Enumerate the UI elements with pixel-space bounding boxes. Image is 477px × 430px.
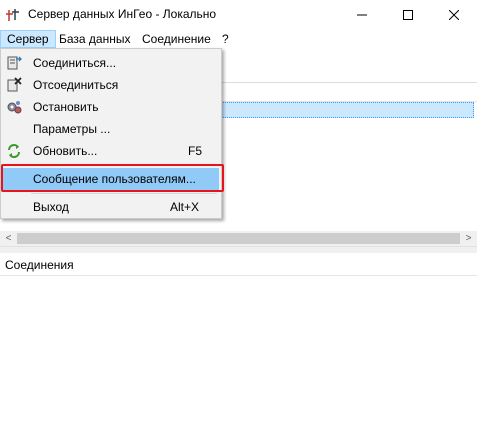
menu-item-label: Параметры ... bbox=[33, 122, 111, 136]
scrollbar-thumb[interactable] bbox=[17, 233, 460, 244]
menu-database[interactable]: База данных bbox=[53, 30, 136, 48]
minimize-button[interactable] bbox=[339, 0, 385, 30]
stop-server-icon bbox=[6, 99, 22, 115]
disconnect-icon bbox=[6, 77, 22, 93]
app-logo-icon bbox=[6, 7, 22, 23]
menu-item-refresh[interactable]: Обновить... F5 bbox=[3, 140, 219, 162]
menu-item-shortcut: F5 bbox=[188, 144, 203, 158]
menu-help[interactable]: ? bbox=[216, 30, 235, 48]
annotation-highlight-box bbox=[1, 164, 224, 192]
menu-bar: Сервер База данных Соединение ? bbox=[0, 30, 477, 48]
scroll-left-button[interactable]: < bbox=[0, 231, 17, 246]
menu-item-stop[interactable]: Остановить bbox=[3, 96, 219, 118]
menu-item-exit[interactable]: Выход Alt+X bbox=[3, 196, 219, 218]
menu-item-label: Остановить bbox=[33, 100, 99, 114]
title-bar: Сервер данных ИнГео - Локально bbox=[0, 0, 477, 30]
maximize-icon bbox=[403, 10, 413, 20]
close-icon bbox=[449, 10, 459, 20]
menu-item-connect[interactable]: Соединиться... bbox=[3, 52, 219, 74]
menu-server[interactable]: Сервер bbox=[0, 30, 56, 48]
refresh-icon bbox=[6, 143, 22, 159]
maximize-button[interactable] bbox=[385, 0, 431, 30]
connections-title: Соединения bbox=[5, 258, 74, 272]
close-button[interactable] bbox=[431, 0, 477, 30]
connections-panel-header: Соединения bbox=[0, 253, 477, 276]
menu-item-label: Отсоединиться bbox=[33, 78, 119, 92]
minimize-icon bbox=[357, 14, 367, 16]
menu-item-shortcut: Alt+X bbox=[170, 200, 200, 214]
horizontal-scrollbar[interactable]: < > bbox=[0, 231, 477, 246]
menu-item-parameters[interactable]: Параметры ... bbox=[3, 118, 219, 140]
server-dropdown-menu: Соединиться... Отсоединиться Остановить … bbox=[0, 48, 222, 219]
scroll-right-button[interactable]: > bbox=[460, 231, 477, 246]
window-title: Сервер данных ИнГео - Локально bbox=[28, 7, 217, 21]
menu-item-label: Соединиться... bbox=[33, 56, 117, 70]
menu-connection[interactable]: Соединение bbox=[136, 30, 217, 48]
menu-item-disconnect[interactable]: Отсоединиться bbox=[3, 74, 219, 96]
menu-separator bbox=[31, 193, 217, 194]
connect-icon bbox=[6, 55, 22, 71]
menu-item-label: Выход bbox=[33, 200, 69, 214]
menu-item-label: Обновить... bbox=[33, 144, 98, 158]
